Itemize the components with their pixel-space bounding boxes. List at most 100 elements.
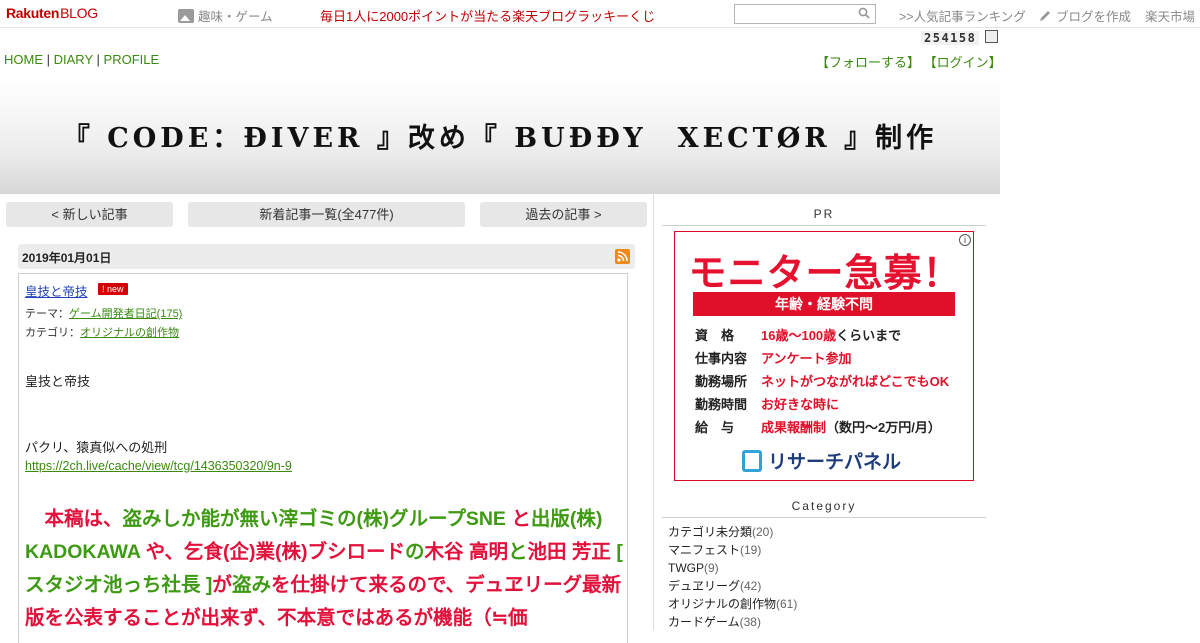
emphasized-segment: が bbox=[212, 574, 232, 596]
ad-row-key: 勤務場所 bbox=[695, 374, 748, 389]
follow-login: 【フォローする】 【ログイン】 bbox=[816, 52, 1002, 71]
category-item[interactable]: オリジナルの創作物(61) bbox=[668, 595, 797, 613]
ranking-link[interactable]: >>人気記事ランキング bbox=[899, 6, 1026, 25]
category-name: マニフェスト bbox=[668, 543, 741, 557]
ad-row-value: 成果報酬制 bbox=[761, 420, 827, 435]
category-item[interactable]: TWGP(9) bbox=[668, 559, 797, 577]
nav-diary[interactable]: DIARY bbox=[54, 52, 93, 67]
entry-body-line: パクリ、猿真似への処刑 bbox=[25, 440, 168, 455]
external-link[interactable]: https://2ch.live/cache/view/tcg/14363503… bbox=[25, 459, 292, 473]
emphasized-segment: 池田 芳正 bbox=[527, 541, 611, 563]
column-divider bbox=[653, 194, 654, 630]
category-list: カテゴリ未分類(20) マニフェスト(19) TWGP(9) デュヱリーグ(42) オリ… bbox=[668, 523, 797, 631]
blog-header: 『 CODE：ÐIVER 』改め『 BUÐÐY XECTØR 』制作 bbox=[0, 72, 1000, 194]
emphasized-segment: の bbox=[405, 541, 425, 563]
theme-link[interactable]: ゲーム開発者日記(175) bbox=[69, 308, 182, 320]
ad-row: 勤務時間 お好きな時に bbox=[695, 394, 839, 413]
ad-row-value: ネットがつながればどこでもOK bbox=[761, 374, 950, 389]
category-name: デュヱリーグ bbox=[668, 579, 741, 593]
blog-nav: HOME | DIARY | PROFILE bbox=[4, 52, 159, 67]
global-header: RakutenBLOG 趣味・ゲーム 毎日1人に2000ポイントが当たる楽天ブロ… bbox=[0, 0, 1200, 28]
category-label: カテゴリ： bbox=[25, 327, 80, 339]
ad-row-key: 勤務時間 bbox=[695, 397, 748, 412]
category-item[interactable]: カテゴリ未分類(20) bbox=[668, 523, 797, 541]
nav-separator: | bbox=[46, 52, 51, 67]
ad-row: 給 与 成果報酬制（数円〜2万円/月） bbox=[695, 417, 941, 436]
emphasized-segment: と bbox=[507, 541, 528, 563]
nav-home[interactable]: HOME bbox=[4, 52, 43, 67]
ad-title: モニター急募！ bbox=[688, 253, 962, 295]
emphasized-segment: 本稿は、 bbox=[25, 508, 123, 530]
monitor-ad-banner[interactable]: i モニター急募！ 年齢・経験不問 資 格 16歳〜100歳くらいまで 仕事内容ア… bbox=[674, 231, 974, 481]
category-name: カードゲーム bbox=[668, 615, 740, 629]
pencil-icon bbox=[1040, 10, 1050, 21]
new-badge-label: new bbox=[107, 284, 124, 294]
emphasized-segment: 盗みしか能が無い滓ゴミの(株)グループSNE bbox=[122, 508, 506, 530]
older-post-button[interactable]: 過去の記事 > bbox=[480, 202, 647, 227]
ad-row-key: 資 格 bbox=[695, 328, 735, 343]
entry-category: カテゴリ：オリジナルの創作物 bbox=[25, 324, 179, 340]
rakuten-blog-logo[interactable]: RakutenBLOG bbox=[6, 5, 98, 21]
theme-label: テーマ： bbox=[25, 308, 69, 320]
category-item[interactable]: デュヱリーグ(42) bbox=[668, 577, 797, 595]
category-count: (42) bbox=[740, 579, 762, 593]
ad-row-value: 16歳〜100歳 bbox=[761, 328, 837, 343]
category-count: (38) bbox=[739, 615, 761, 629]
emphasized-segment: 木谷 高明 bbox=[424, 541, 508, 563]
entry-theme: テーマ：ゲーム開発者日記(175) bbox=[25, 305, 182, 321]
category-count: (19) bbox=[740, 543, 762, 557]
rss-icon[interactable] bbox=[615, 249, 630, 264]
emphasized-segment: 乞食(企)業(株)ブシロード bbox=[184, 541, 406, 563]
post-list-button[interactable]: 新着記事一覧(全477件) bbox=[188, 202, 465, 227]
pr-heading: PR bbox=[662, 207, 986, 226]
create-blog-label: ブログを作成 bbox=[1056, 10, 1132, 24]
topic-link[interactable]: 趣味・ゲーム bbox=[178, 6, 273, 25]
ad-row-key: 給 与 bbox=[695, 420, 735, 435]
date-bar: 2019年01月01日 bbox=[18, 244, 635, 269]
ad-row: 資 格 16歳〜100歳くらいまで bbox=[695, 325, 901, 344]
emphasized-segment: と bbox=[505, 508, 531, 530]
category-count: (61) bbox=[776, 597, 798, 611]
category-count: (20) bbox=[752, 525, 774, 539]
entry-body-line: 皇技と帝技 bbox=[25, 374, 91, 389]
search-icon[interactable] bbox=[858, 7, 870, 19]
ad-row-value: アンケート参加 bbox=[761, 351, 852, 366]
nav-profile[interactable]: PROFILE bbox=[104, 52, 160, 67]
logo-main: Rakuten bbox=[6, 5, 60, 21]
category-heading: Category bbox=[662, 499, 986, 518]
login-link[interactable]: 【ログイン】 bbox=[924, 55, 1002, 70]
ad-row: 仕事内容 アンケート参加 bbox=[695, 348, 851, 367]
entry-title[interactable]: 皇技と帝技 bbox=[25, 281, 88, 300]
research-panel-logo-icon bbox=[742, 449, 762, 472]
ad-brand-label: リサーチパネル bbox=[768, 452, 902, 473]
entry-date: 2019年01月01日 bbox=[22, 251, 112, 265]
logo-sub: BLOG bbox=[60, 5, 98, 21]
search-input[interactable] bbox=[734, 4, 876, 24]
category-link[interactable]: オリジナルの創作物 bbox=[80, 327, 179, 339]
ad-row: 勤務場所 ネットがつながればどこでもOK bbox=[695, 371, 949, 390]
new-badge: ! new bbox=[98, 283, 128, 295]
nav-separator: | bbox=[96, 52, 100, 67]
emphasized-segment: 盗み bbox=[231, 574, 271, 596]
create-blog-link[interactable]: ブログを作成 bbox=[1038, 6, 1131, 25]
newer-post-button[interactable]: < 新しい記事 bbox=[6, 202, 173, 227]
category-count: (9) bbox=[704, 561, 719, 575]
ad-subtitle: 年齢・経験不問 bbox=[693, 292, 955, 316]
ad-row-note: くらいまで bbox=[836, 328, 902, 343]
ad-brand: リサーチパネル bbox=[742, 447, 901, 474]
emphasized-segment: や、 bbox=[140, 541, 185, 563]
rakuten-market-link[interactable]: 楽天市場 bbox=[1145, 6, 1195, 25]
category-item[interactable]: カードゲーム(38) bbox=[668, 613, 797, 631]
image-icon bbox=[178, 8, 194, 23]
category-name: オリジナルの創作物 bbox=[668, 597, 777, 611]
category-name: カテゴリ未分類 bbox=[668, 525, 753, 539]
access-counter: 254158 bbox=[921, 31, 980, 45]
lottery-link[interactable]: 毎日1人に2000ポイントが当たる楽天ブログラッキーくじ bbox=[320, 6, 655, 25]
follow-link[interactable]: 【フォローする】 bbox=[816, 55, 920, 70]
category-name: TWGP bbox=[668, 561, 704, 575]
ad-row-value: お好きな時に bbox=[761, 397, 840, 412]
entry-emphasized-text: 本稿は、盗みしか能が無い滓ゴミの(株)グループSNE と出版(株) KADOKA… bbox=[25, 503, 623, 635]
category-item[interactable]: マニフェスト(19) bbox=[668, 541, 797, 559]
counter-icon[interactable] bbox=[985, 30, 998, 43]
blog-title[interactable]: 『 CODE：ÐIVER 』改め『 BUÐÐY XECTØR 』制作 bbox=[0, 116, 1000, 155]
